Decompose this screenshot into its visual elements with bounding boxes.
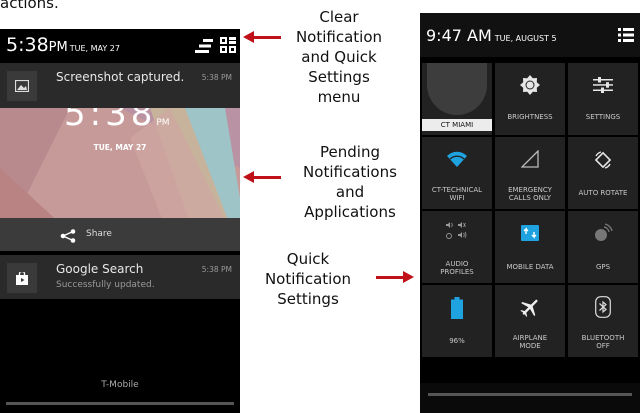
lockscreen-clock: 5:38PM [64,108,170,134]
tile-auto-rotate[interactable]: AUTO ROTATE [568,137,638,209]
notification-time: 5:38 PM [201,73,232,82]
tile-label: CT-TECHNICAL WIFI [431,186,483,202]
avatar-icon [427,63,487,115]
airplane-icon [495,297,565,321]
carrier-label: T-Mobile [101,380,139,390]
auto-rotate-icon [568,150,638,174]
tile-label: CT MIAMI [440,121,474,129]
quick-settings-grid-icon[interactable] [220,37,236,53]
status-time-value: 5:38 [6,34,49,56]
notification-subtitle: Successfully updated. [56,280,155,290]
tile-label: BLUETOOTH OFF [581,334,625,350]
tile-label: AUDIO PROFILES [440,260,474,276]
tile-airplane-mode[interactable]: AIRPLANE MODE [495,285,565,357]
tile-label: GPS [595,263,611,271]
bottom-area [420,383,640,413]
tile-label: MOBILE DATA [506,263,554,271]
status-bar: 9:47 AM TUE, AUGUST 5 [420,13,640,57]
share-action[interactable]: Share [0,218,240,251]
tile-label: EMERGENCY CALLS ONLY [508,186,552,202]
image-icon [7,71,37,101]
notification-shade-screenshot: 5:38PM TUE, MAY 27 Screenshot captured. … [0,29,240,413]
status-time-ampm: PM [48,40,68,55]
top-fragment-text: actions. [0,0,59,12]
notifications-list-icon[interactable] [618,27,634,46]
status-time: 5:38PM TUE, MAY 27 [6,34,120,56]
tile-mobile-data[interactable]: MOBILE DATA [495,211,565,283]
caption-quick: Quick Notification Settings [264,250,352,308]
tile-label: SETTINGS [585,113,621,121]
settings-sliders-icon [568,77,638,97]
drag-handle[interactable] [428,393,632,396]
tile-battery[interactable]: 96% [422,285,492,357]
status-bar: 5:38PM TUE, MAY 27 [0,29,240,62]
arrow-clear [243,31,281,43]
signal-icon [495,149,565,172]
tile-wifi[interactable]: CT-TECHNICAL WIFI [422,137,492,209]
tile-gps[interactable]: GPS [568,211,638,283]
quick-settings-screenshot: 9:47 AM TUE, AUGUST 5 CT MIAMI BRIGHTNESS [420,13,640,413]
tile-user[interactable]: CT MIAMI [422,63,492,135]
notification-google-search[interactable]: Google Search Successfully updated. 5:38… [0,255,240,299]
arrow-pending [243,171,281,183]
drag-handle[interactable] [6,402,234,405]
mobile-data-icon [495,225,565,245]
lockscreen-date: TUE, MAY 27 [93,143,147,152]
tile-bluetooth[interactable]: BLUETOOTH OFF [568,285,638,357]
tile-emergency-calls[interactable]: EMERGENCY CALLS ONLY [495,137,565,209]
tile-label: AIRPLANE MODE [512,334,548,350]
share-label: Share [86,229,112,239]
battery-icon [422,297,492,323]
share-icon [60,228,76,247]
brightness-icon [495,75,565,99]
tile-audio-profiles[interactable]: AUDIO PROFILES [422,211,492,283]
wifi-icon [422,151,492,171]
status-date: TUE, AUGUST 5 [494,34,557,43]
status-date: TUE, MAY 27 [69,44,120,53]
notification-time: 5:38 PM [201,265,232,274]
notification-title: Google Search [56,262,144,276]
tile-label: 96% [449,337,465,345]
clear-all-icon[interactable] [195,38,213,54]
notification-title: Screenshot captured. [56,70,185,84]
lockscreen-clock-digits: 5:38 [64,108,157,134]
audio-profiles-icon [422,221,492,245]
gps-icon [568,223,638,247]
tile-brightness[interactable]: BRIGHTNESS [495,63,565,135]
bluetooth-icon [568,296,638,322]
tile-label: BRIGHTNESS [507,113,553,121]
status-time: 9:47 AM TUE, AUGUST 5 [426,26,557,45]
notification-screenshot[interactable]: Screenshot captured. 5:38 PM [0,63,240,108]
caption-clear: Clear Notification and Quick Settings me… [295,8,383,106]
tile-label: AUTO ROTATE [578,189,628,197]
shopping-bag-icon [7,263,37,293]
lockscreen-clock-ampm: PM [156,118,170,128]
caption-pending: Pending Notifications and Applications [303,143,397,221]
status-time-value: 9:47 AM [426,26,492,45]
tile-settings[interactable]: SETTINGS [568,63,638,135]
arrow-quick [376,271,414,283]
